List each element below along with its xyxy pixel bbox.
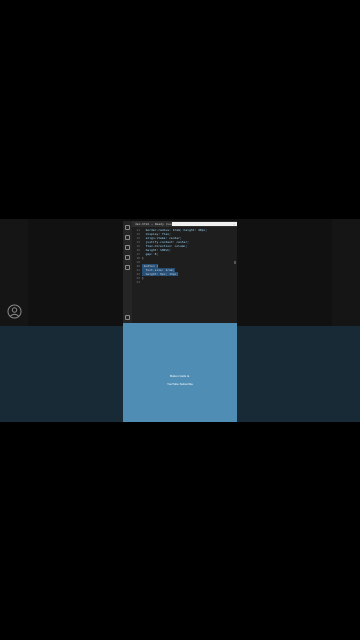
avatar-icon[interactable] [7, 304, 22, 319]
scrollbar-thumb[interactable] [234, 261, 236, 264]
debug-icon[interactable] [125, 255, 130, 260]
code-editor-window: dex.html — Ready (Lucid), demo.scss ⋯ 11… [123, 221, 237, 323]
source-control-icon[interactable] [125, 245, 130, 250]
files-icon[interactable] [125, 225, 130, 230]
code-line: 24 [136, 280, 140, 284]
video-background-right-strip [332, 219, 360, 326]
preview-button-text[interactable]: Button Cells ► [123, 374, 237, 378]
more-actions-icon[interactable]: ⋯ [233, 221, 235, 227]
activity-bar [123, 221, 132, 323]
code-area[interactable]: 11 border-radius: 4rem; height: 40px; 12… [133, 228, 235, 284]
settings-icon[interactable] [125, 315, 130, 320]
browser-preview: Button Cells ► YouTube Subscribe [123, 323, 237, 422]
tab-bar: dex.html — Ready (Lucid), demo.scss ⋯ [132, 221, 237, 227]
preview-subscribe-text[interactable]: YouTube Subscribe [123, 382, 237, 386]
extensions-icon[interactable] [125, 265, 130, 270]
tab-highlight [172, 222, 237, 226]
search-icon[interactable] [125, 235, 130, 240]
